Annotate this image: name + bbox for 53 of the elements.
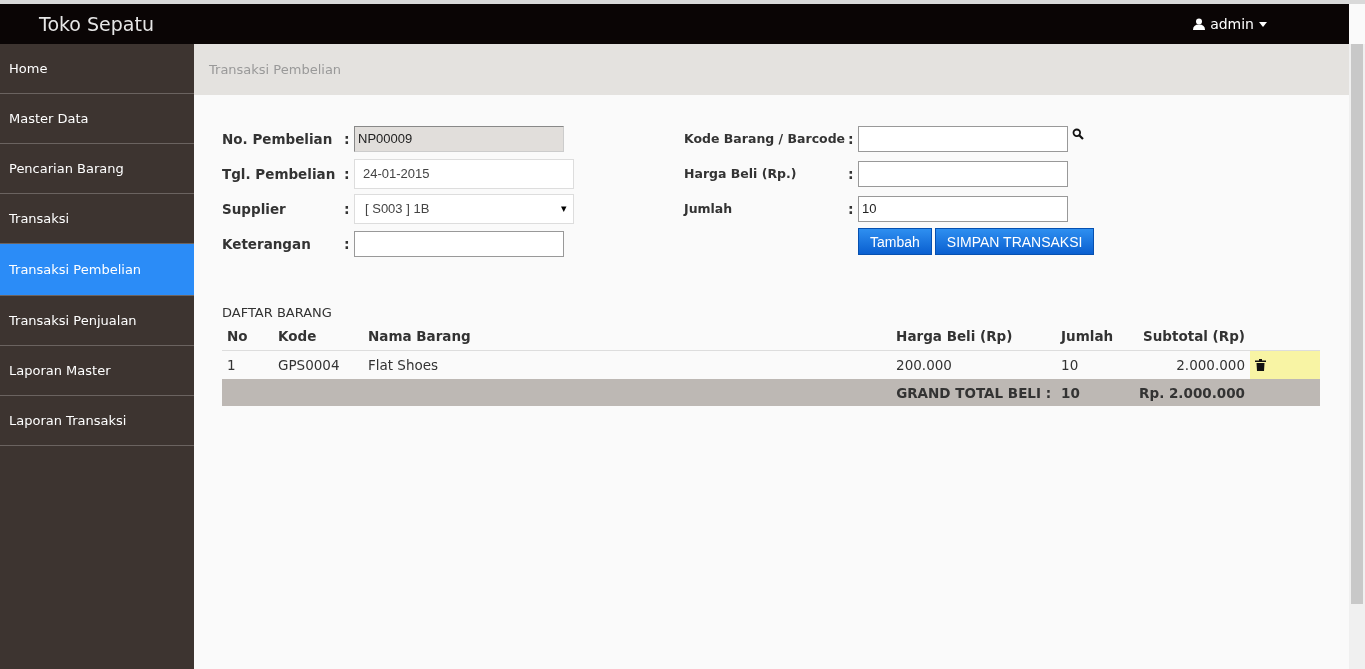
table-cell: Flat Shoes [363,350,892,379]
action-button[interactable]: SIMPAN TRANSAKSI [934,228,1095,255]
sidebar-item[interactable]: Master Data [0,94,194,144]
table-cell: GPS0004 [273,350,363,379]
colon: : [344,130,351,147]
colon: : [344,235,351,252]
column-header: Kode [273,322,363,351]
input-field[interactable] [858,160,1068,187]
caret-icon: ▾ [561,202,567,215]
column-header: Subtotal (Rp) [1134,322,1250,351]
breadcrumb-bar: Transaksi Pembelian [194,44,1349,95]
field-label: Kode Barang / Barcode [684,131,847,146]
sidebar-item[interactable]: Laporan Transaksi [0,396,194,446]
purchase-number-field[interactable]: NP00009 [354,125,564,152]
caret-icon [1259,21,1267,27]
field-label: Tgl. Pembelian [222,165,337,182]
table-cell: 10 [1056,350,1135,379]
field-label: No. Pembelian [222,130,334,147]
colon: : [848,130,855,147]
colon: : [344,200,351,217]
input-field[interactable]: 10 [858,195,1068,222]
column-header: No [222,322,273,351]
column-header: Jumlah [1056,322,1135,351]
search-icon[interactable] [1072,127,1084,140]
column-header: Nama Barang [363,322,892,351]
column-header: Harga Beli (Rp) [891,322,1057,351]
table-cell: 2.000.000 [1134,350,1250,379]
trash-icon[interactable] [1255,359,1266,371]
total-amount: Rp. 2.000.000 [1134,379,1250,406]
supplier-select[interactable]: [ S003 ] 1B ▾ [354,193,574,224]
input-field[interactable] [858,125,1068,152]
field-label: Supplier [222,200,287,217]
user-menu[interactable]: admin [1193,16,1267,32]
sidebar-item[interactable]: Laporan Master [0,346,194,396]
table-title: DAFTAR BARANG [222,305,333,320]
table-cell: 200.000 [891,350,1057,379]
sidebar-item[interactable]: Pencarian Barang [0,144,194,194]
sidebar-item[interactable]: Transaksi Penjualan [0,296,194,346]
user-icon [1193,18,1206,30]
grand-total-label: GRAND TOTAL BELI : [222,379,1057,406]
field-label: Keterangan [222,235,312,252]
field-label: Harga Beli (Rp.) [684,166,798,181]
action-button[interactable]: Tambah [858,228,932,255]
colon: : [848,200,855,217]
colon: : [848,165,855,182]
input-field[interactable] [354,230,564,257]
total-quantity: 10 [1056,379,1135,406]
brand-title[interactable]: Toko Sepatu [39,13,154,35]
scrollbar[interactable] [1349,44,1365,669]
field-label: Jumlah [684,201,734,216]
table-cell: 1 [222,350,273,379]
date-field[interactable]: 24-01-2015 [354,158,574,189]
colon: : [344,165,351,182]
